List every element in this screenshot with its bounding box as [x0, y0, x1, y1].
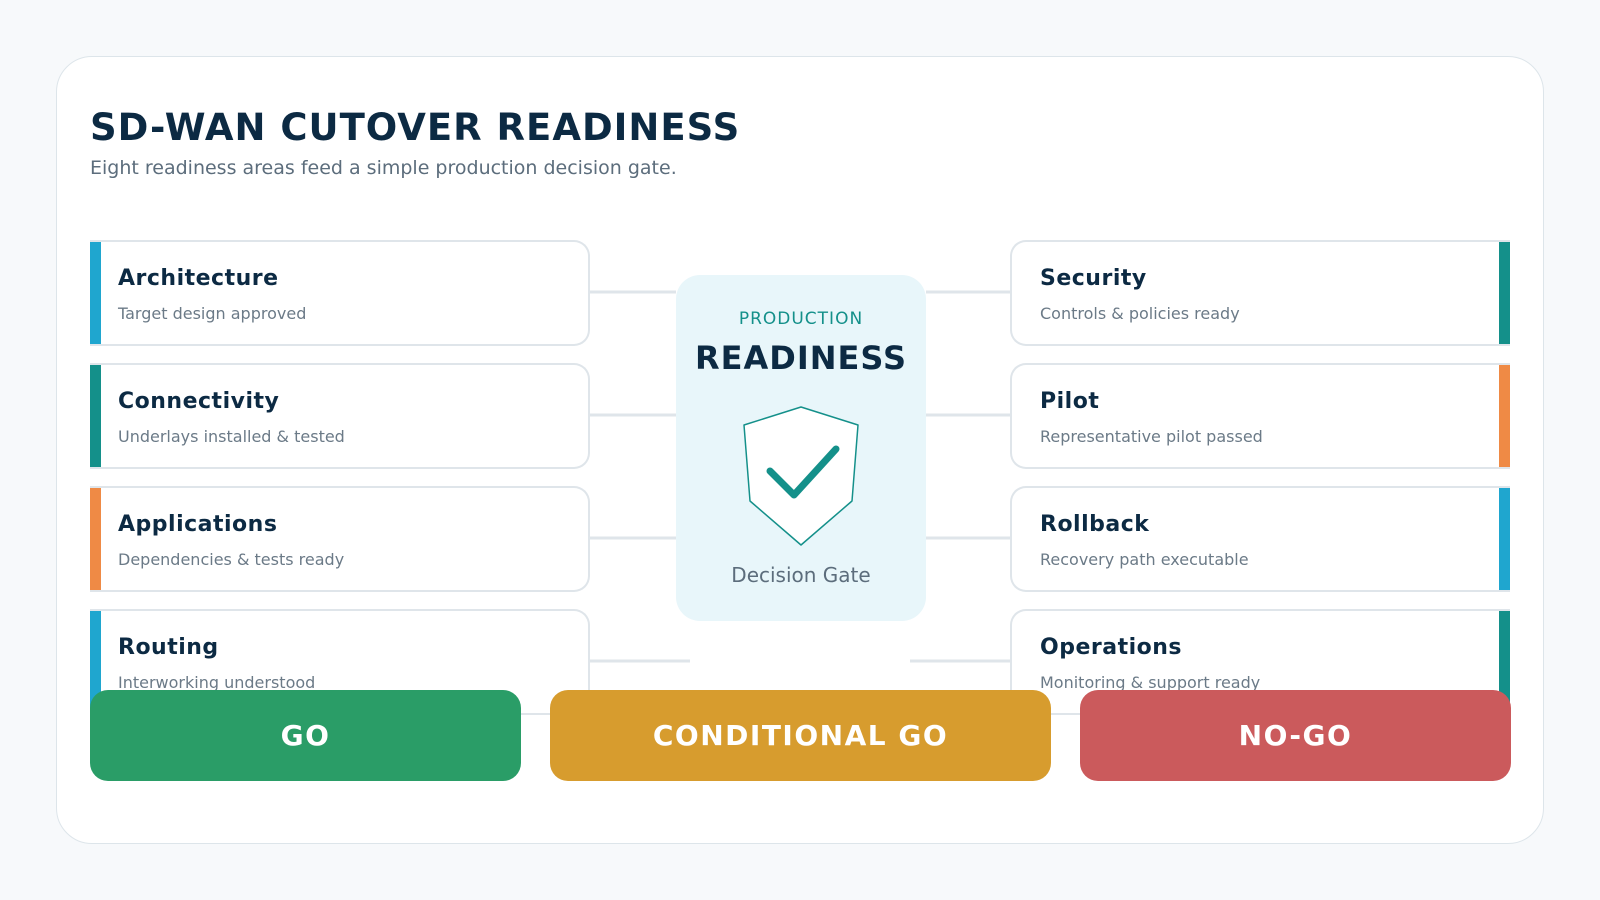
area-title: Rollback [1040, 512, 1150, 537]
area-title: Architecture [118, 266, 279, 291]
area-accent [90, 488, 101, 590]
area-accent [90, 242, 101, 344]
decision-gate: PRODUCTION READINESS Decision Gate [676, 275, 926, 621]
area-accent [1499, 365, 1510, 467]
area-subtitle: Representative pilot passed [1040, 427, 1263, 446]
gate-kicker: PRODUCTION [738, 309, 864, 329]
area-architecture: Architecture Target design approved [90, 240, 590, 346]
area-title: Applications [118, 512, 278, 537]
shield-check-icon [743, 406, 859, 546]
area-title: Connectivity [118, 389, 280, 414]
gate-title: READINESS [694, 339, 908, 377]
decision-conditional-go: CONDITIONAL GO [550, 690, 1051, 781]
gate-label: Decision Gate [731, 563, 871, 587]
area-subtitle: Controls & policies ready [1040, 304, 1240, 323]
decision-label: NO-GO [1238, 719, 1353, 752]
area-accent [90, 365, 101, 467]
area-title: Security [1040, 266, 1147, 291]
area-accent [1499, 488, 1510, 590]
area-pilot: Pilot Representative pilot passed [1010, 363, 1510, 469]
area-security: Security Controls & policies ready [1010, 240, 1510, 346]
area-subtitle: Recovery path executable [1040, 550, 1249, 569]
area-connectivity: Connectivity Underlays installed & teste… [90, 363, 590, 469]
area-subtitle: Dependencies & tests ready [118, 550, 345, 569]
decision-no-go: NO-GO [1080, 690, 1511, 781]
area-subtitle: Target design approved [118, 304, 307, 323]
area-title: Routing [118, 635, 219, 660]
area-title: Pilot [1040, 389, 1100, 414]
area-accent [1499, 242, 1510, 344]
decision-label: CONDITIONAL GO [652, 719, 949, 752]
shield-outline [743, 406, 859, 546]
decision-go: GO [90, 690, 521, 781]
area-rollback: Rollback Recovery path executable [1010, 486, 1510, 592]
decision-label: GO [280, 719, 331, 752]
area-applications: Applications Dependencies & tests ready [90, 486, 590, 592]
area-subtitle: Underlays installed & tested [118, 427, 345, 446]
area-title: Operations [1040, 635, 1182, 660]
